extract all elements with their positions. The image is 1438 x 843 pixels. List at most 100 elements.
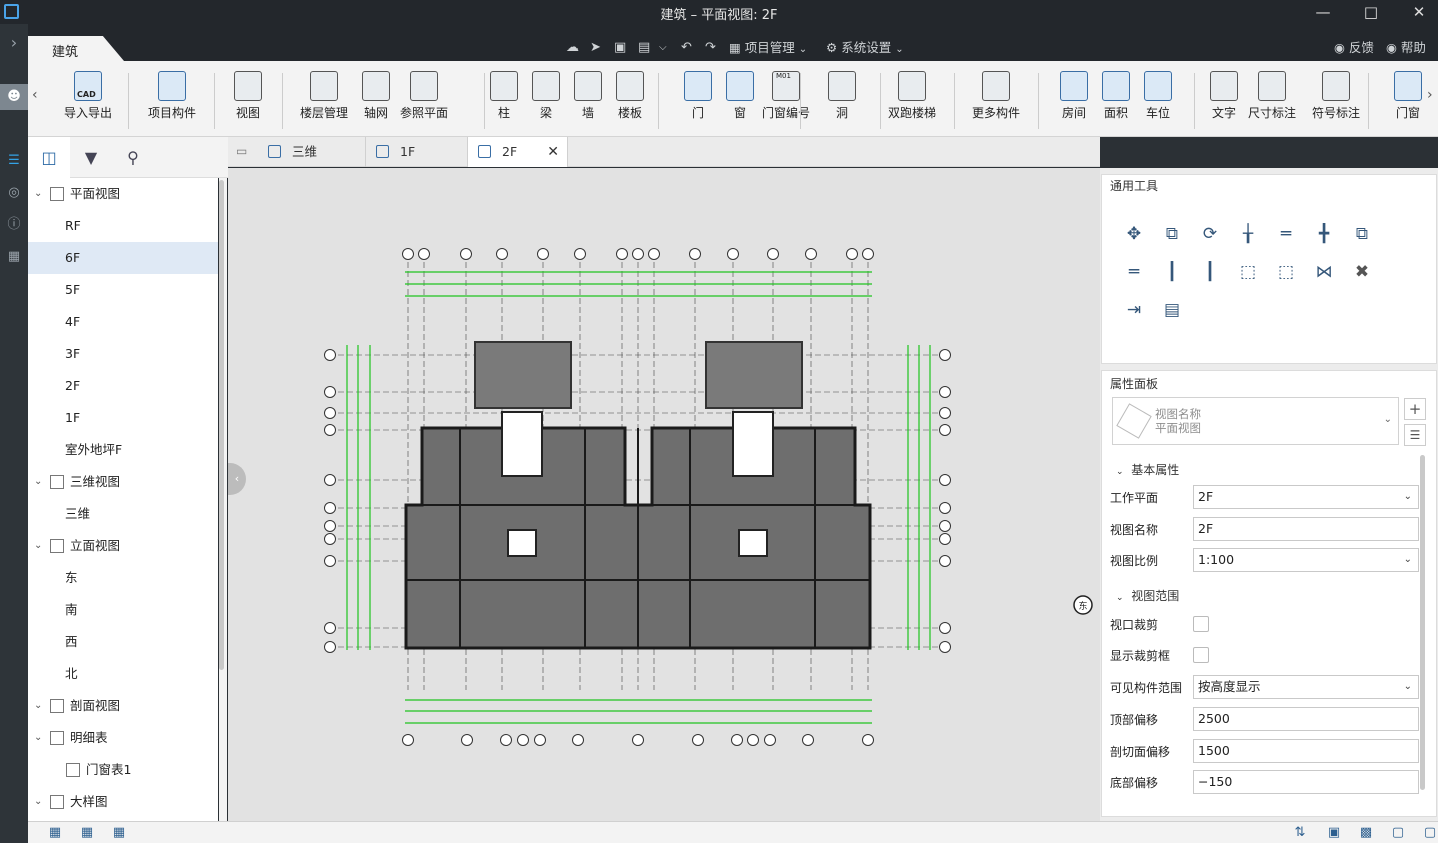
ribbon-room-button[interactable]: 房间: [1060, 71, 1088, 121]
rotate-icon[interactable]: ⟳: [1200, 224, 1220, 244]
tree-item[interactable]: 6F: [28, 242, 218, 274]
doc-tab-1f[interactable]: 1F: [366, 137, 468, 167]
drawing-canvas[interactable]: 东: [228, 168, 1100, 821]
ribbon-double-stair-button[interactable]: 双跑楼梯: [888, 71, 936, 121]
dropdown-chevron-icon[interactable]: ⌵: [659, 40, 667, 56]
tree-item[interactable]: 三维: [28, 498, 218, 530]
array-icon[interactable]: ⧉: [1352, 224, 1372, 244]
view-scale-select[interactable]: 1:100 ⌄: [1193, 548, 1419, 572]
delete-icon[interactable]: ✖: [1352, 262, 1372, 282]
chevron-down-icon[interactable]: ⌄: [34, 530, 42, 562]
cut-offset-input[interactable]: 1500: [1193, 739, 1419, 763]
maximize-button[interactable]: □: [1347, 0, 1395, 24]
tree-item[interactable]: 门窗表1: [28, 754, 218, 786]
doc-tab-3d[interactable]: 三维: [258, 137, 366, 167]
monitor-icon[interactable]: ▩: [1358, 825, 1374, 840]
group-icon[interactable]: ⬚: [1276, 262, 1296, 282]
viewport-crop-checkbox[interactable]: [1193, 616, 1209, 632]
3d-box-icon[interactable]: ▣: [1326, 825, 1342, 840]
split-icon[interactable]: ┃: [1162, 262, 1182, 282]
help-button[interactable]: ◉ 帮助: [1386, 40, 1426, 56]
add-type-icon[interactable]: +: [1404, 398, 1426, 420]
tree-item[interactable]: RF: [28, 210, 218, 242]
ribbon-parking-button[interactable]: 车位: [1144, 71, 1172, 121]
document-icon[interactable]: ▣: [614, 40, 626, 56]
view-range-header[interactable]: ⌄ 视图范围: [1116, 587, 1179, 604]
user-icon[interactable]: ☻: [0, 84, 28, 110]
help-circle-icon[interactable]: ⓘ: [0, 212, 28, 238]
tree-item[interactable]: 5F: [28, 274, 218, 306]
ribbon-text-button[interactable]: 文字: [1210, 71, 1238, 121]
ribbon-dimension-button[interactable]: 尺寸标注: [1248, 71, 1296, 121]
layout-2-icon[interactable]: ▦: [79, 825, 95, 840]
trim-icon[interactable]: ═: [1276, 224, 1296, 244]
tree-group[interactable]: ⌄ 立面视图: [28, 530, 218, 562]
close-tab-icon[interactable]: ✕: [547, 137, 559, 167]
extend-icon[interactable]: ╋: [1314, 224, 1334, 244]
close-window-button[interactable]: ✕: [1395, 0, 1438, 24]
break-icon[interactable]: ┃: [1200, 262, 1220, 282]
type-selector[interactable]: 视图名称 平面视图 ⌄: [1112, 397, 1399, 445]
minimize-button[interactable]: —: [1299, 0, 1347, 24]
tree-item[interactable]: 1F: [28, 402, 218, 434]
chevron-down-icon[interactable]: ⌄: [34, 786, 42, 818]
tree-item[interactable]: 东: [28, 562, 218, 594]
ribbon-more-components-button[interactable]: 更多构件: [972, 71, 1020, 121]
ribbon-column-button[interactable]: 柱: [490, 71, 518, 121]
ribbon-slab-button[interactable]: 楼板: [616, 71, 644, 121]
bottom-offset-input[interactable]: −150: [1193, 770, 1419, 794]
tree-item[interactable]: 室外地坪F: [28, 434, 218, 466]
copy-icon[interactable]: ⧉: [1162, 224, 1182, 244]
ribbon-wall-button[interactable]: 墙: [574, 71, 602, 121]
tree-item[interactable]: 北: [28, 658, 218, 690]
work-plane-select[interactable]: 2F ⌄: [1193, 485, 1419, 509]
ribbon-area-button[interactable]: 面积: [1102, 71, 1130, 121]
ribbon-symbol-button[interactable]: 符号标注: [1312, 71, 1360, 121]
ribbon-reference-plane-button[interactable]: 参照平面: [400, 71, 448, 121]
measure-icon[interactable]: ▤: [1162, 300, 1182, 320]
tree-group[interactable]: ⌄ 剖面视图: [28, 690, 218, 722]
visible-range-select[interactable]: 按高度显示 ⌄: [1193, 675, 1419, 699]
filter-icon[interactable]: ▼: [70, 137, 112, 178]
tree-scroll-thumb[interactable]: [219, 180, 224, 670]
expand-chevron-icon[interactable]: ›: [0, 30, 28, 56]
ribbon-floor-manage-button[interactable]: 楼层管理: [300, 71, 348, 121]
show-crop-checkbox[interactable]: [1193, 647, 1209, 663]
tree-item[interactable]: 南: [28, 594, 218, 626]
layout-3-icon[interactable]: ▦: [111, 825, 127, 840]
mirror-icon[interactable]: ⋈: [1314, 262, 1334, 282]
tree-group[interactable]: ⌄ 大样图: [28, 786, 218, 818]
layers-icon[interactable]: ▤: [638, 40, 650, 56]
ribbon-scroll-right-icon[interactable]: ›: [1427, 87, 1433, 103]
ribbon-opening-button[interactable]: 洞: [828, 71, 856, 121]
align-icon[interactable]: ╁: [1238, 224, 1258, 244]
view-name-input[interactable]: 2F: [1193, 517, 1419, 541]
undo-icon[interactable]: ↶: [681, 40, 692, 56]
tree-group[interactable]: ⌄ 平面视图: [28, 178, 218, 210]
ribbon-door-window-number-button[interactable]: M01 门窗编号: [762, 71, 810, 121]
ribbon-grid-button[interactable]: 轴网: [362, 71, 390, 121]
tree-item[interactable]: 3F: [28, 338, 218, 370]
sort-icon[interactable]: ⇅: [1292, 825, 1308, 840]
move-icon[interactable]: ✥: [1124, 224, 1144, 244]
chevron-down-icon[interactable]: ⌄: [34, 690, 42, 722]
stretch-icon[interactable]: ⬚: [1238, 262, 1258, 282]
cloud-icon[interactable]: ☁: [566, 40, 579, 56]
chevron-down-icon[interactable]: ⌄: [34, 722, 42, 754]
chevron-down-icon[interactable]: ⌄: [34, 466, 42, 498]
tree-group[interactable]: ⌄ 三维视图: [28, 466, 218, 498]
feedback-button[interactable]: ◉ 反馈: [1334, 40, 1374, 56]
top-offset-input[interactable]: 2500: [1193, 707, 1419, 731]
tab-list-icon[interactable]: ▭: [236, 144, 247, 158]
tree-item[interactable]: 2F: [28, 370, 218, 402]
ribbon-import-export-button[interactable]: CAD 导入导出: [64, 71, 112, 121]
compass-nav-icon[interactable]: ◎: [0, 180, 28, 206]
ribbon-scroll-left-icon[interactable]: ‹: [32, 87, 38, 103]
offset-icon[interactable]: ═: [1124, 262, 1144, 282]
ribbon-project-components-button[interactable]: 项目构件: [148, 71, 196, 121]
tree-item[interactable]: 4F: [28, 306, 218, 338]
basic-properties-header[interactable]: ⌄ 基本属性: [1116, 461, 1179, 478]
ribbon-door-button[interactable]: 门: [684, 71, 712, 121]
location-pin-icon[interactable]: ⚲: [112, 137, 154, 178]
properties-scrollbar[interactable]: [1420, 455, 1425, 790]
